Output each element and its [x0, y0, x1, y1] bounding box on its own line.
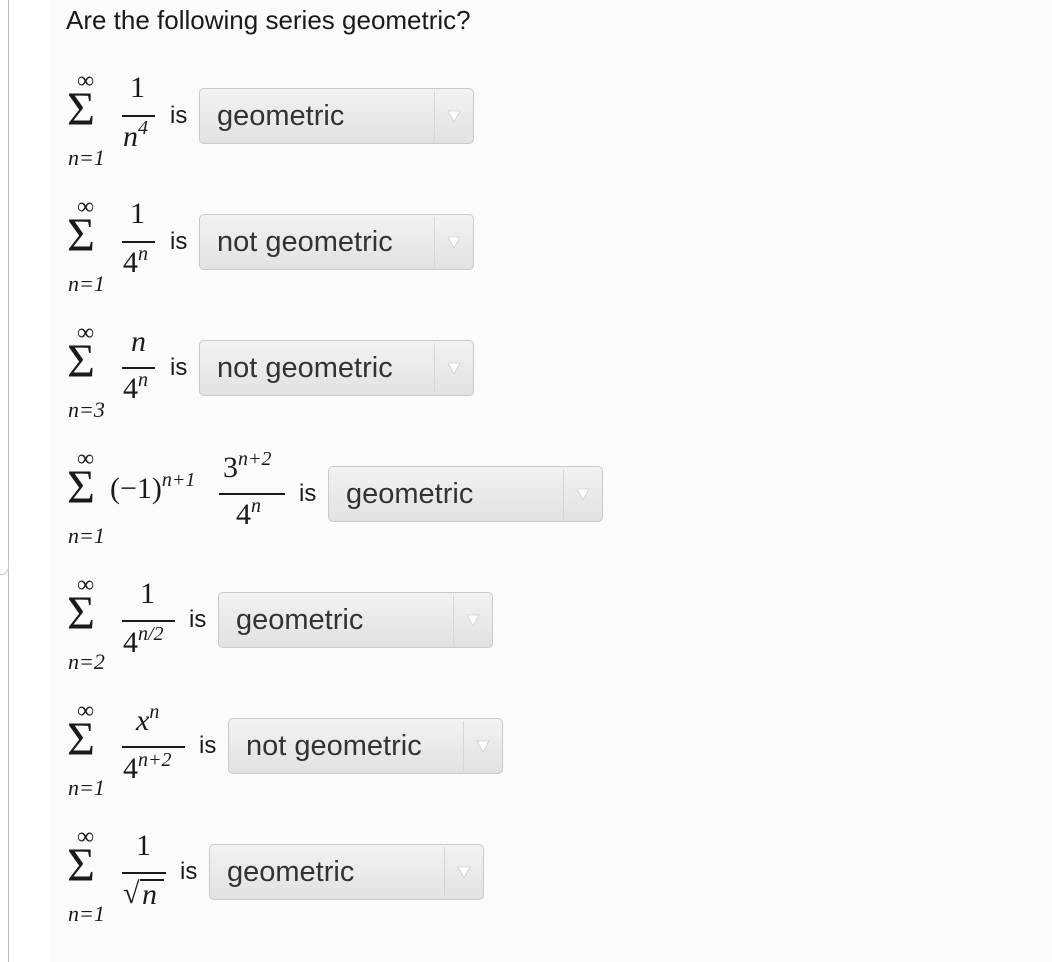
dropdown-separator	[463, 721, 464, 771]
answer-dropdown[interactable]: not geometric	[199, 214, 474, 270]
is-label: is	[189, 606, 207, 633]
numerator: 1	[130, 71, 145, 104]
sigma-symbol: Σ	[67, 209, 95, 262]
answer-dropdown[interactable]: not geometric	[228, 718, 503, 774]
is-label: is	[180, 858, 198, 885]
is-label: is	[170, 228, 188, 255]
sigma-symbol: Σ	[67, 839, 95, 892]
numerator: 1	[130, 197, 145, 230]
numerator: 1	[136, 829, 151, 862]
sum-lower-limit: n=3	[68, 397, 105, 422]
is-label: is	[299, 480, 317, 507]
series-row: ∞ Σ n=1 1 n4 is geometric	[0, 62, 1052, 188]
dropdown-separator	[434, 343, 435, 393]
answer-dropdown[interactable]: geometric	[218, 592, 493, 648]
triangle-down-icon	[457, 866, 471, 879]
series-row: ∞ Σ n=3 n 4n is not geometric	[0, 314, 1052, 440]
numerator: n	[131, 325, 146, 358]
dropdown-separator	[434, 217, 435, 267]
sum-lower-limit: n=2	[68, 649, 105, 674]
series-row: ∞ Σ n=1 xn 4n+2 is not geometric	[0, 692, 1052, 818]
triangle-down-icon	[447, 110, 461, 123]
denominator: 4n	[123, 369, 148, 405]
sum-lower-limit: n=1	[68, 901, 105, 926]
triangle-down-icon	[466, 614, 480, 627]
answer-dropdown[interactable]: geometric	[199, 88, 474, 144]
sum-lower-limit: n=1	[68, 145, 105, 170]
sigma-symbol: Σ	[67, 83, 95, 136]
denominator: 4n	[123, 243, 148, 279]
sigma-symbol: Σ	[67, 335, 95, 388]
dropdown-value: geometric	[236, 604, 364, 636]
dropdown-value: geometric	[346, 478, 474, 510]
series-row: ∞ Σ n=1 1 √ n is geometric	[0, 818, 1052, 944]
triangle-down-icon	[447, 362, 461, 375]
question-title: Are the following series geometric?	[66, 5, 471, 35]
dropdown-separator	[434, 91, 435, 141]
dropdown-value: not geometric	[217, 226, 393, 258]
dropdown-separator	[563, 469, 564, 519]
answer-dropdown[interactable]: geometric	[209, 844, 484, 900]
is-label: is	[199, 732, 217, 759]
denominator: n	[142, 878, 157, 911]
fraction-bar	[122, 746, 185, 748]
numerator: xn	[136, 701, 160, 737]
denominator: 4n/2	[123, 623, 164, 659]
numerator: 3n+2	[223, 448, 272, 484]
denominator: n4	[123, 117, 148, 153]
fraction-bar	[122, 872, 166, 874]
sum-lower-limit: n=1	[68, 271, 105, 296]
triangle-down-icon	[447, 236, 461, 249]
series-row: ∞ Σ n=1 (−1)n+1 3n+2 4n is geometric	[0, 440, 1052, 566]
dropdown-value: geometric	[217, 100, 345, 132]
dropdown-value: not geometric	[217, 352, 393, 384]
fraction-bar	[122, 620, 175, 622]
series-row: ∞ Σ n=1 1 4n is not geometric	[0, 188, 1052, 314]
answer-dropdown[interactable]: geometric	[328, 466, 603, 522]
numerator: 1	[140, 577, 155, 610]
sigma-symbol: Σ	[67, 461, 95, 514]
dropdown-separator	[444, 847, 445, 897]
triangle-down-icon	[476, 740, 490, 753]
is-label: is	[170, 102, 188, 129]
denominator: 4n+2	[123, 749, 172, 785]
triangle-down-icon	[576, 488, 590, 501]
is-label: is	[170, 354, 188, 381]
sigma-symbol: Σ	[67, 587, 95, 640]
answer-dropdown[interactable]: not geometric	[199, 340, 474, 396]
series-row: ∞ Σ n=2 1 4n/2 is geometric	[0, 566, 1052, 692]
dropdown-value: geometric	[227, 856, 355, 888]
sigma-symbol: Σ	[67, 713, 95, 766]
denominator: 4n	[236, 495, 261, 531]
square-root-sign: √	[123, 877, 140, 910]
sum-lower-limit: n=1	[68, 523, 105, 548]
dropdown-value: not geometric	[246, 730, 422, 762]
sum-lower-limit: n=1	[68, 775, 105, 800]
sign-factor: (−1)n+1	[110, 469, 196, 505]
dropdown-separator	[453, 595, 454, 645]
